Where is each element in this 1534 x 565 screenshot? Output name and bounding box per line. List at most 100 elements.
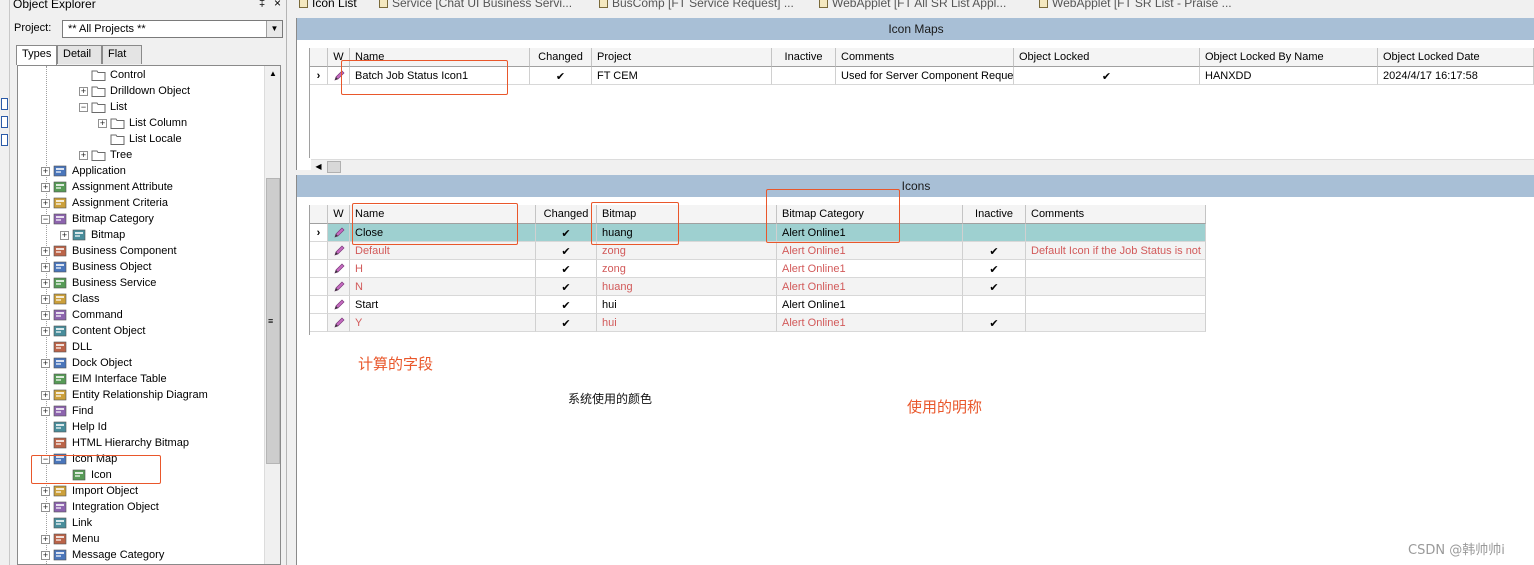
cell-project[interactable]: FT CEM <box>592 67 772 85</box>
cell-bitmap-category[interactable]: Alert Online1 <box>777 314 963 332</box>
tab-detail[interactable]: Detail <box>57 45 102 64</box>
tree-item[interactable]: + Content Object <box>18 324 262 340</box>
tree-item[interactable]: + Dock Object <box>18 356 262 372</box>
column-header-changed[interactable]: Changed <box>530 48 592 67</box>
tree-item[interactable]: Help Id <box>18 420 262 436</box>
strip-button[interactable] <box>1 116 8 128</box>
tree-scrollbar[interactable]: ▲ ≡ <box>264 66 280 564</box>
cell-bitmap[interactable]: huang <box>597 278 777 296</box>
row-selector[interactable] <box>310 314 328 332</box>
cell-name[interactable]: Y <box>350 314 536 332</box>
tree-item[interactable]: + Find <box>18 404 262 420</box>
doc-tab-buscomp[interactable]: BusComp [FT Service Request] ... <box>599 0 794 10</box>
column-header-locked-date[interactable]: Object Locked Date <box>1378 48 1534 67</box>
tree-item[interactable]: + Command <box>18 308 262 324</box>
column-header-w[interactable]: W <box>328 205 350 224</box>
expand-icon[interactable]: + <box>41 503 50 512</box>
column-header-comments[interactable]: Comments <box>1026 205 1206 224</box>
row-selector[interactable] <box>310 278 328 296</box>
cell-locked-date[interactable]: 2024/4/17 16:17:58 <box>1378 67 1534 85</box>
horizontal-scrollbar[interactable]: ◀ <box>311 159 1534 174</box>
cell-bitmap-category[interactable]: Alert Online1 <box>777 260 963 278</box>
tree-item[interactable]: + Assignment Criteria <box>18 196 262 212</box>
doc-tab-webapplet-praise[interactable]: WebApplet [FT SR List - Praise ... <box>1039 0 1232 10</box>
pin-icon[interactable]: ‡ <box>259 0 265 9</box>
cell-bitmap-category[interactable]: Alert Online1 <box>777 278 963 296</box>
row-selector[interactable] <box>310 242 328 260</box>
tree-item[interactable]: − Bitmap Category <box>18 212 262 228</box>
column-header-project[interactable]: Project <box>592 48 772 67</box>
cell-bitmap[interactable]: hui <box>597 314 777 332</box>
column-header-comments[interactable]: Comments <box>836 48 1014 67</box>
pencil-icon[interactable] <box>328 296 350 314</box>
cell-comments[interactable]: Used for Server Component Reques <box>836 67 1014 85</box>
tree-item[interactable]: Control <box>18 68 262 84</box>
column-header-changed[interactable]: Changed <box>536 205 597 224</box>
tree-item[interactable]: + Drilldown Object <box>18 84 262 100</box>
tree-item[interactable]: + List Column <box>18 116 262 132</box>
collapse-icon[interactable]: − <box>41 215 50 224</box>
close-icon[interactable]: × <box>274 0 281 10</box>
tree-item[interactable]: EIM Interface Table <box>18 372 262 388</box>
cell-comments[interactable] <box>1026 224 1206 242</box>
expand-icon[interactable]: + <box>41 551 50 560</box>
tree-item[interactable]: + Class <box>18 292 262 308</box>
column-header-inactive[interactable]: Inactive <box>772 48 836 67</box>
tree-item[interactable]: + Menu <box>18 532 262 548</box>
expand-icon[interactable]: + <box>41 391 50 400</box>
tree-item[interactable]: + Entity Relationship Diagram <box>18 388 262 404</box>
cell-comments[interactable] <box>1026 296 1206 314</box>
scroll-left-icon[interactable]: ◀ <box>311 160 326 174</box>
row-selector[interactable] <box>310 296 328 314</box>
row-indicator-icon[interactable]: › <box>310 224 328 242</box>
expand-icon[interactable]: + <box>41 199 50 208</box>
chevron-down-icon[interactable]: ▼ <box>266 21 282 37</box>
pencil-icon[interactable] <box>328 260 350 278</box>
cell-comments[interactable] <box>1026 314 1206 332</box>
cell-comments[interactable] <box>1026 278 1206 296</box>
cell-bitmap-category[interactable]: Alert Online1 <box>777 242 963 260</box>
cell-bitmap-category[interactable]: Alert Online1 <box>777 296 963 314</box>
tree-item[interactable]: + Application <box>18 164 262 180</box>
expand-icon[interactable]: + <box>79 87 88 96</box>
pencil-icon[interactable] <box>328 224 350 242</box>
cell-comments[interactable] <box>1026 260 1206 278</box>
expand-icon[interactable]: + <box>41 535 50 544</box>
tree-item[interactable]: + Message Category <box>18 548 262 564</box>
expand-icon[interactable]: + <box>60 231 69 240</box>
collapse-icon[interactable]: − <box>79 103 88 112</box>
expand-icon[interactable]: + <box>41 407 50 416</box>
doc-tab-icon-list[interactable]: Icon List <box>299 0 357 10</box>
cell-name[interactable]: Start <box>350 296 536 314</box>
tree-item[interactable]: + Assignment Attribute <box>18 180 262 196</box>
row-selector[interactable] <box>310 260 328 278</box>
project-select[interactable]: ** All Projects ** ▼ <box>62 20 283 38</box>
strip-button[interactable] <box>1 98 8 110</box>
tree-item[interactable]: + Tree <box>18 148 262 164</box>
tab-flat[interactable]: Flat <box>102 45 142 64</box>
doc-tab-service[interactable]: Service [Chat UI Business Servi... <box>379 0 572 10</box>
tree-item[interactable]: HTML Hierarchy Bitmap <box>18 436 262 452</box>
pencil-icon[interactable] <box>328 242 350 260</box>
expand-icon[interactable]: + <box>41 247 50 256</box>
expand-icon[interactable]: + <box>79 151 88 160</box>
column-header-object-locked[interactable]: Object Locked <box>1014 48 1200 67</box>
expand-icon[interactable]: + <box>41 311 50 320</box>
expand-icon[interactable]: + <box>41 167 50 176</box>
expand-icon[interactable]: + <box>98 119 107 128</box>
expand-icon[interactable]: + <box>41 183 50 192</box>
cell-locked-by[interactable]: HANXDD <box>1200 67 1378 85</box>
doc-tab-webapplet-all[interactable]: WebApplet [FT All SR List Appl... <box>819 0 1006 10</box>
tree-item[interactable]: + Bitmap <box>18 228 262 244</box>
scroll-up-icon[interactable]: ▲ <box>265 66 280 82</box>
pencil-icon[interactable] <box>328 314 350 332</box>
cell-name[interactable]: H <box>350 260 536 278</box>
tree-item[interactable]: − List <box>18 100 262 116</box>
strip-button[interactable] <box>1 134 8 146</box>
column-header-inactive[interactable]: Inactive <box>963 205 1026 224</box>
tree-item[interactable]: + Integration Object <box>18 500 262 516</box>
cell-bitmap[interactable]: zong <box>597 260 777 278</box>
tab-types[interactable]: Types <box>16 45 57 65</box>
expand-icon[interactable]: + <box>41 487 50 496</box>
tree-item[interactable]: + Business Service <box>18 276 262 292</box>
